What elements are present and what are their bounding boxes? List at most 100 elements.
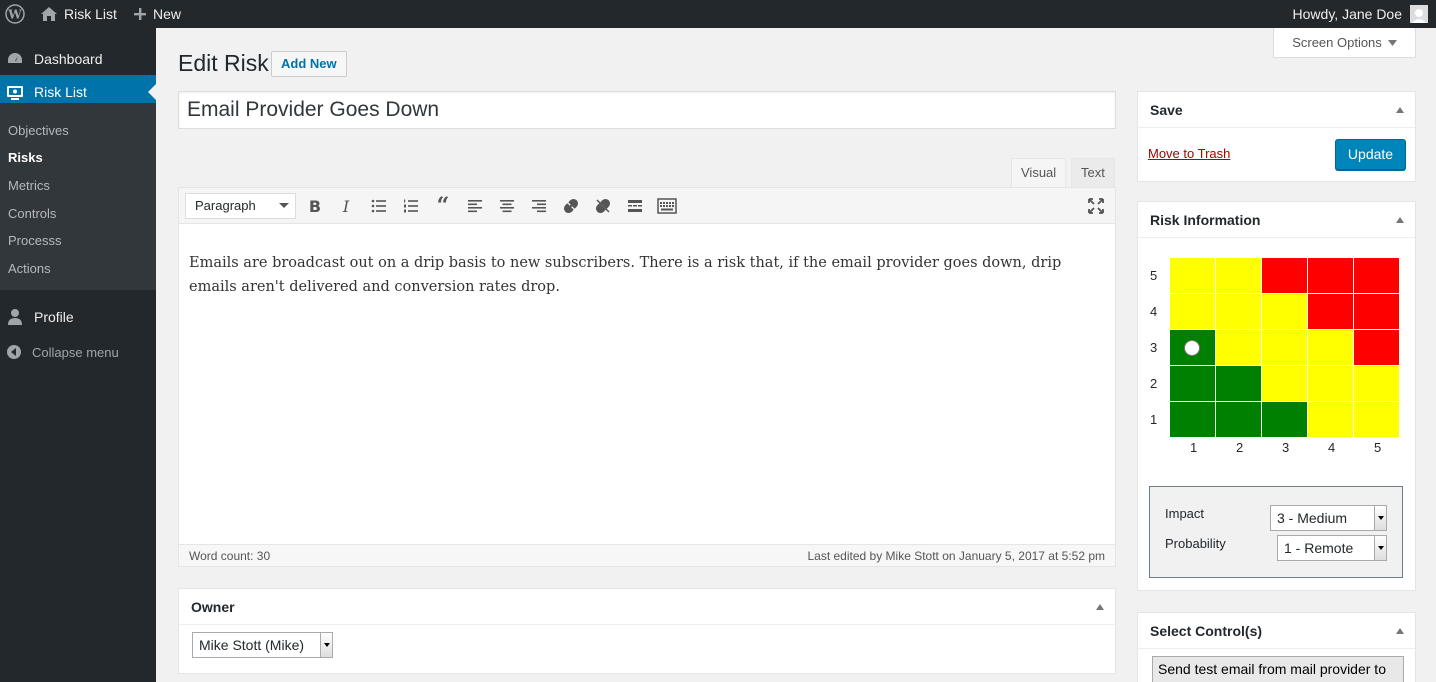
screen-options-label: Screen Options [1292,35,1382,50]
risk-cell[interactable] [1216,330,1262,366]
collapse-arrow-icon[interactable] [1096,604,1104,610]
controls-listbox[interactable]: Send test email from mail provider to [1152,656,1404,682]
tab-text[interactable]: Text [1071,158,1115,187]
risk-cell[interactable] [1216,294,1262,330]
link-icon[interactable] [560,195,582,217]
submenu-processs[interactable]: Processs [8,233,61,248]
risk-cell[interactable] [1354,330,1400,366]
format-select-value: Paragraph [195,198,256,213]
submenu-objectives[interactable]: Objectives [8,123,69,138]
admin-bar: W Risk List New Howdy, Jane Doe [0,0,1436,28]
menu-profile[interactable]: Profile [0,300,156,334]
bold-icon[interactable]: B [304,195,326,217]
submenu-metrics[interactable]: Metrics [8,178,50,193]
impact-axis-label: 1 [1190,440,1198,455]
submenu-actions[interactable]: Actions [8,261,51,276]
impact-select[interactable]: 3 - Medium [1270,505,1387,531]
impact-select-value: 3 - Medium [1277,510,1348,526]
collapse-arrow-icon[interactable] [1396,107,1404,113]
collapse-arrow-icon[interactable] [1396,628,1404,634]
risk-cell[interactable] [1308,330,1354,366]
risk-list-icon [7,86,23,100]
editor-content[interactable]: Emails are broadcast out on a drip basis… [189,251,1099,299]
menu-dashboard-label: Dashboard [34,51,103,67]
impact-axis-label: 5 [1374,440,1382,455]
risk-information-title[interactable]: Risk Information [1138,202,1415,238]
add-new-button[interactable]: Add New [271,51,347,77]
probability-axis-label: 2 [1150,376,1158,391]
menu-dashboard[interactable]: Dashboard [0,42,156,76]
risk-cell[interactable] [1262,366,1308,402]
probability-axis-label: 3 [1150,340,1158,355]
post-title-input[interactable]: Email Provider Goes Down [178,91,1116,129]
update-button[interactable]: Update [1335,139,1406,170]
menu-risk-list-label: Risk List [34,84,87,100]
bullet-list-icon[interactable] [368,195,390,217]
italic-icon[interactable]: I [335,195,357,217]
fullscreen-icon[interactable] [1085,195,1107,217]
risk-list-submenu: Objectives Risks Metrics Controls Proces… [0,103,156,290]
menu-profile-label: Profile [34,309,74,325]
unlink-icon[interactable] [592,195,614,217]
owner-select[interactable]: Mike Stott (Mike) [192,632,333,658]
risk-cell[interactable] [1308,258,1354,294]
last-edited: Last edited by Mike Stott on January 5, … [807,549,1105,563]
risk-marker[interactable] [1184,340,1200,356]
risk-cell[interactable] [1216,258,1262,294]
select-controls-title[interactable]: Select Control(s) [1138,613,1415,649]
my-account-link[interactable]: Howdy, Jane Doe [1293,0,1428,28]
move-to-trash-link[interactable]: Move to Trash [1148,146,1230,161]
submenu-risks[interactable]: Risks [8,150,43,165]
read-more-icon[interactable] [624,195,646,217]
risk-cell[interactable] [1170,402,1216,438]
align-left-icon[interactable] [464,195,486,217]
risk-cell[interactable] [1354,258,1400,294]
align-right-icon[interactable] [528,195,550,217]
control-option[interactable]: Send test email from mail provider to [1158,661,1386,677]
collapse-arrow-icon[interactable] [1396,217,1404,223]
content-editor: Paragraph B I “ Emails are broadcast out… [178,187,1116,567]
probability-axis-label: 4 [1150,304,1158,319]
risk-cell[interactable] [1308,366,1354,402]
toolbar-toggle-icon[interactable] [656,195,678,217]
probability-select[interactable]: 1 - Remote [1277,535,1387,561]
risk-cell[interactable] [1354,402,1400,438]
new-content-link[interactable]: New [133,0,181,28]
risk-cell[interactable] [1170,366,1216,402]
page-title: Edit Risk [178,50,269,76]
risk-cell[interactable] [1262,402,1308,438]
risk-cell[interactable] [1308,294,1354,330]
site-name-link[interactable]: Risk List [40,0,117,28]
risk-cell[interactable] [1262,330,1308,366]
collapse-menu-button[interactable]: Collapse menu [0,335,156,369]
tab-visual[interactable]: Visual [1011,158,1067,187]
collapse-menu-label: Collapse menu [32,344,119,360]
owner-box-title[interactable]: Owner [179,589,1115,625]
editor-toolbar: Paragraph B I “ [179,188,1115,224]
collapse-icon [7,345,21,359]
submenu-controls[interactable]: Controls [8,206,56,221]
risk-cell[interactable] [1262,258,1308,294]
risk-cell[interactable] [1262,294,1308,330]
avatar [1410,5,1428,23]
risk-cell[interactable] [1170,258,1216,294]
numbered-list-icon[interactable] [400,195,422,217]
probability-axis-label: 5 [1150,268,1158,283]
risk-cell[interactable] [1170,294,1216,330]
editor-status-bar: Word count: 30 Last edited by Mike Stott… [179,544,1115,566]
risk-cell[interactable] [1308,402,1354,438]
save-box-title[interactable]: Save [1138,92,1415,128]
format-select[interactable]: Paragraph [185,193,296,219]
user-icon [8,309,22,325]
wordpress-logo-icon[interactable]: W [4,0,26,28]
howdy-label: Howdy, Jane Doe [1292,6,1402,22]
blockquote-icon[interactable]: “ [432,193,454,219]
risk-cell[interactable] [1354,366,1400,402]
risk-cell[interactable] [1216,402,1262,438]
risk-cell[interactable] [1354,294,1400,330]
risk-cell[interactable] [1216,366,1262,402]
screen-options-button[interactable]: Screen Options [1273,28,1416,58]
plus-icon [134,8,146,20]
align-center-icon[interactable] [496,195,518,217]
impact-axis-label: 2 [1236,440,1244,455]
